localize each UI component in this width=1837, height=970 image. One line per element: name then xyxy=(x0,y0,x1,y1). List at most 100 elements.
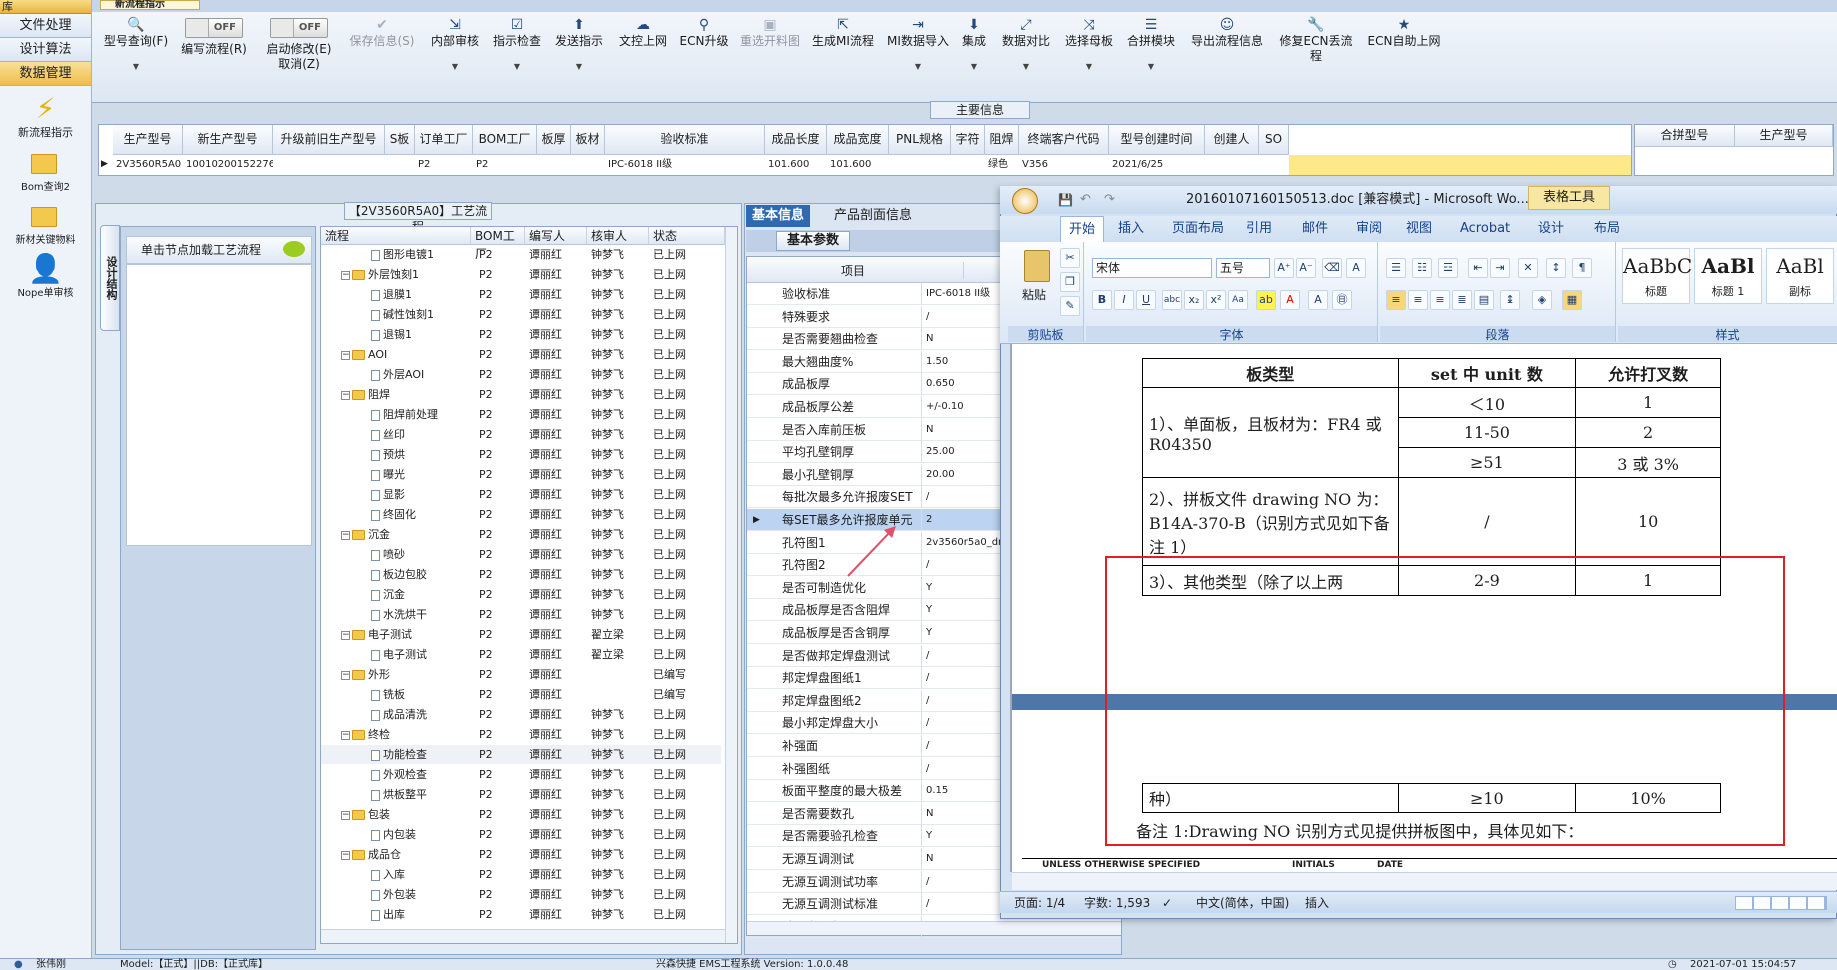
tree-row[interactable]: − 外层蚀刻1 P2 谭丽红 钟梦飞 已上网 xyxy=(321,265,721,284)
tree-node-name[interactable]: 碱性蚀刻1 xyxy=(371,305,471,324)
main-col-header[interactable]: 订单工厂 xyxy=(415,125,473,155)
type-panel-drawing[interactable]: 2）、拼板文件 drawing NO 为：B14A-370-B（识别方式见如下备… xyxy=(1142,477,1399,566)
internal-review-button[interactable]: ⇲ 内部审核 ▼ xyxy=(426,18,484,88)
active-tab-new-flow[interactable]: 新流程指示 xyxy=(100,0,200,10)
cell-unit-4[interactable]: / xyxy=(1397,477,1577,566)
tree-node-name[interactable]: − 终检 xyxy=(341,725,471,744)
main-cell[interactable]: 2V3560R5A0 xyxy=(113,155,183,175)
tree-node-name[interactable]: 曝光 xyxy=(371,465,471,484)
distribute-icon[interactable]: ▤ xyxy=(1474,290,1494,310)
main-cell[interactable] xyxy=(1205,155,1259,175)
tree-node-name[interactable]: 外层AOI xyxy=(371,365,471,384)
header-board-type[interactable]: 板类型 xyxy=(1142,358,1399,388)
main-cell[interactable]: P2 xyxy=(473,155,537,175)
main-col-header[interactable]: 新生产型号 xyxy=(183,125,273,155)
design-structure-tab[interactable]: 设计结构 xyxy=(100,225,120,331)
style-subtitle[interactable]: AaBl 副标 xyxy=(1766,248,1834,304)
font-name-select[interactable]: 宋体 xyxy=(1092,258,1212,278)
justify-icon[interactable]: ≣ xyxy=(1452,290,1472,310)
main-col-header[interactable]: 创建人 xyxy=(1205,125,1259,155)
tree-node-name[interactable]: 板边包胶 xyxy=(371,565,471,584)
nav-data-management[interactable]: 数据管理 xyxy=(0,62,91,86)
tree-node-name[interactable]: − 沉金 xyxy=(341,525,471,544)
tree-node-name[interactable]: − 成品仓 xyxy=(341,845,471,864)
tree-row[interactable]: 烘板整平 P2 谭丽红 钟梦飞 已上网 xyxy=(321,785,721,804)
tree-node-name[interactable]: 图形电镀1 xyxy=(371,245,471,264)
tree-row[interactable]: 显影 P2 谭丽红 钟梦飞 已上网 xyxy=(321,485,721,504)
word-tab[interactable]: 布局 xyxy=(1594,216,1620,242)
paste-button[interactable]: 粘贴 xyxy=(1022,286,1046,303)
nav-nope-review[interactable]: 👤 Nope单审核 xyxy=(0,254,91,300)
ecn-auto-button[interactable]: ★ ECN自助上网 xyxy=(1362,18,1446,88)
main-cell[interactable]: P2 xyxy=(415,155,473,175)
main-col-header[interactable]: 成品宽度 xyxy=(827,125,889,155)
tab-product-profile[interactable]: 产品剖面信息 xyxy=(828,205,918,227)
main-col-header[interactable]: 升级前旧生产型号 xyxy=(273,125,385,155)
main-col-header[interactable]: SO xyxy=(1259,125,1289,155)
main-cell[interactable] xyxy=(385,155,415,175)
bullets-icon[interactable]: ☰ xyxy=(1386,258,1406,278)
undo-icon[interactable]: ↶ xyxy=(1080,186,1091,214)
nav-file-processing[interactable]: 文件处理 xyxy=(0,14,91,38)
type-single-sided[interactable]: 1）、单面板，且板材为：FR4 或 R04350 xyxy=(1142,387,1399,478)
tree-node-name[interactable]: 丝印 xyxy=(371,425,471,444)
tree-row[interactable]: 图形电镀1 P2 谭丽红 钟梦飞 已上网 xyxy=(321,245,721,264)
tree-node-name[interactable]: 阻焊前处理 xyxy=(371,405,471,424)
word-tab[interactable]: 邮件 xyxy=(1302,216,1328,242)
toggle-off-icon[interactable]: OFF xyxy=(185,18,243,38)
cell-xout-4[interactable]: 10 xyxy=(1575,477,1721,566)
collapse-icon[interactable]: − xyxy=(341,270,350,280)
italic-icon[interactable]: I xyxy=(1114,290,1134,310)
select-template-button[interactable]: ⤨ 选择母板 ▼ xyxy=(1060,18,1118,88)
collapse-icon[interactable]: − xyxy=(341,390,350,400)
clear-format-icon[interactable]: ⌫ xyxy=(1322,258,1342,278)
tree-node-name[interactable]: − 阻焊 xyxy=(341,385,471,404)
copy-icon[interactable]: ❐ xyxy=(1060,272,1080,292)
tree-row[interactable]: 喷砂 P2 谭丽红 钟梦飞 已上网 xyxy=(321,545,721,564)
main-cell[interactable] xyxy=(1259,155,1289,175)
main-col-header[interactable]: BOM工厂 xyxy=(473,125,537,155)
collapse-icon[interactable]: − xyxy=(341,530,350,540)
tree-row[interactable]: 内包装 P2 谭丽红 钟梦飞 已上网 xyxy=(321,825,721,844)
tree-node-name[interactable]: 入库 xyxy=(371,865,471,884)
tree-row[interactable]: 终固化 P2 谭丽红 钟梦飞 已上网 xyxy=(321,505,721,524)
header-x-out[interactable]: 允许打叉数 xyxy=(1575,358,1721,388)
main-col-header[interactable]: 生产型号 xyxy=(113,125,183,155)
tree-row[interactable]: 成品清洗 P2 谭丽红 钟梦飞 已上网 xyxy=(321,705,721,724)
word-tab[interactable]: 页面布局 xyxy=(1172,216,1224,242)
tree-row[interactable]: 外层AOI P2 谭丽红 钟梦飞 已上网 xyxy=(321,365,721,384)
tree-row[interactable]: 入库 P2 谭丽红 钟梦飞 已上网 xyxy=(321,865,721,884)
main-cell[interactable] xyxy=(571,155,605,175)
tree-node-name[interactable]: 铣板 xyxy=(371,685,471,704)
save-icon[interactable]: 💾 xyxy=(1058,186,1073,214)
process-tree[interactable]: 流程 BOM工厂 编写人 核审人 状态 图形电镀1 P2 谭丽红 钟梦飞 已上网 − 外层蚀刻1 P2… xyxy=(320,226,738,944)
tree-row[interactable]: − 终检 P2 谭丽红 钟梦飞 已上网 xyxy=(321,725,721,744)
word-count[interactable]: 字数: 1,593 xyxy=(1084,892,1150,914)
main-cell[interactable]: V356 xyxy=(1019,155,1109,175)
word-tab[interactable]: 插入 xyxy=(1118,216,1144,242)
shading-icon[interactable]: ◈ xyxy=(1532,290,1552,310)
tree-col-header[interactable]: 核审人 xyxy=(587,227,649,245)
tree-col-header[interactable]: 状态 xyxy=(649,227,725,245)
main-cell[interactable] xyxy=(273,155,385,175)
strikethrough-icon[interactable]: abc xyxy=(1162,290,1182,310)
collapse-icon[interactable]: − xyxy=(341,810,350,820)
mi-import-button[interactable]: ⇥ MI数据导入 ▼ xyxy=(882,18,954,88)
tree-row[interactable]: 阻焊前处理 P2 谭丽红 钟梦飞 已上网 xyxy=(321,405,721,424)
tree-row[interactable]: 板边包胶 P2 谭丽红 钟梦飞 已上网 xyxy=(321,565,721,584)
tree-row[interactable]: 出库 P2 谭丽红 钟梦飞 已上网 xyxy=(321,905,721,924)
tree-row[interactable]: 沉金 P2 谭丽红 钟梦飞 已上网 xyxy=(321,585,721,604)
show-marks-icon[interactable]: ¶ xyxy=(1572,258,1592,278)
tree-node-name[interactable]: 外观检查 xyxy=(371,765,471,784)
nav-key-material[interactable]: 新材关键物料 xyxy=(0,201,91,246)
tree-node-name[interactable]: − 外层蚀刻1 xyxy=(341,265,471,284)
main-col-header[interactable]: 成品长度 xyxy=(765,125,827,155)
main-cell[interactable]: 101.600 xyxy=(827,155,889,175)
tree-node-name[interactable]: 退锡1 xyxy=(371,325,471,344)
tree-node-name[interactable]: − AOI xyxy=(341,345,471,364)
cell-xout-1[interactable]: 1 xyxy=(1575,387,1721,418)
col-item-header[interactable]: 项目 xyxy=(841,262,865,279)
word-tab[interactable]: 引用 xyxy=(1246,216,1272,242)
tree-row[interactable]: 水洗烘干 P2 谭丽红 钟梦飞 已上网 xyxy=(321,605,721,624)
tree-node-name[interactable]: 沉金 xyxy=(371,585,471,604)
